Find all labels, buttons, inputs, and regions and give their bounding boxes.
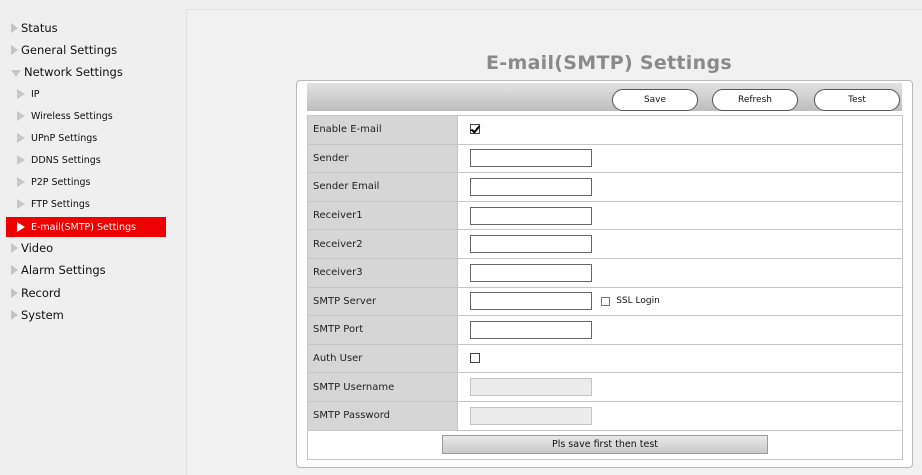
form-row-enable-email: Enable E-mail <box>307 115 903 145</box>
collapse-arrow-icon <box>11 69 21 77</box>
sidebar-item-upnp-settings[interactable]: UPnP Settings <box>17 128 97 148</box>
sidebar-item-system[interactable]: System <box>11 305 64 325</box>
sidebar-item-video[interactable]: Video <box>11 238 53 258</box>
expand-arrow-icon <box>17 177 25 187</box>
sidebar-item-alarm-settings[interactable]: Alarm Settings <box>11 260 106 280</box>
smtp-port-label: SMTP Port <box>307 315 458 345</box>
sidebar-item-label: E-mail(SMTP) Settings <box>31 221 136 233</box>
receiver1-input[interactable] <box>470 206 592 225</box>
sidebar-item-wireless-settings[interactable]: Wireless Settings <box>17 106 113 126</box>
form-row-smtp-password: SMTP Password <box>307 400 903 431</box>
expand-arrow-icon <box>11 310 18 320</box>
sidebar-item-label: Network Settings <box>24 65 123 79</box>
expand-arrow-icon <box>11 23 18 33</box>
form-row-sender: Sender <box>307 143 903 174</box>
expand-arrow-icon <box>17 89 25 99</box>
toolbar: Save Refresh Test <box>307 83 902 111</box>
smtp-password-label: SMTP Password <box>307 400 458 431</box>
expand-arrow-icon <box>17 199 25 209</box>
refresh-button[interactable]: Refresh <box>712 89 798 111</box>
expand-arrow-icon <box>11 288 18 298</box>
sidebar-item-label: Video <box>21 241 54 255</box>
receiver2-input[interactable] <box>470 235 592 254</box>
form-row-auth-user: Auth User <box>307 343 903 374</box>
receiver3-label: Receiver3 <box>307 257 458 288</box>
sidebar-item-label: Record <box>21 286 61 300</box>
form-row-receiver3: Receiver3 <box>307 257 903 288</box>
enable-email-label: Enable E-mail <box>307 115 458 145</box>
smtp-server-label: SMTP Server <box>307 286 458 317</box>
expand-arrow-icon <box>17 111 25 121</box>
sidebar-item-network-settings[interactable]: Network Settings <box>11 62 123 82</box>
sidebar-item-label: FTP Settings <box>31 198 90 210</box>
form-row-test-note: Pls save first then test <box>307 429 903 460</box>
smtp-username-input <box>470 378 592 397</box>
save-first-then-test-button[interactable]: Pls save first then test <box>442 435 768 455</box>
sidebar-item-status[interactable]: Status <box>11 18 58 38</box>
sidebar-item-record[interactable]: Record <box>11 283 61 303</box>
sidebar-item-label: IP <box>31 88 40 100</box>
test-button[interactable]: Test <box>814 89 900 111</box>
sidebar-item-label: P2P Settings <box>31 176 91 188</box>
smtp-username-label: SMTP Username <box>307 372 458 402</box>
sender-label: Sender <box>307 143 458 174</box>
enable-email-checkbox[interactable] <box>470 124 480 135</box>
settings-panel: Save Refresh Test Enable E-mail Sender S… <box>296 80 913 468</box>
auth-user-label: Auth User <box>307 343 458 374</box>
smtp-settings-form: Enable E-mail Sender Sender Email Receiv… <box>307 115 903 460</box>
sidebar-item-label: Alarm Settings <box>21 263 106 277</box>
sender-input[interactable] <box>470 149 592 168</box>
sidebar-item-p2p-settings[interactable]: P2P Settings <box>17 172 91 192</box>
smtp-password-input <box>470 406 592 425</box>
sidebar-item-label: DDNS Settings <box>31 154 101 166</box>
page-title: E-mail(SMTP) Settings <box>486 52 732 74</box>
sidebar-item-label: Wireless Settings <box>31 110 113 122</box>
sidebar-item-label: UPnP Settings <box>31 132 98 144</box>
sidebar-item-ip[interactable]: IP <box>17 84 40 104</box>
ssl-login-checkbox[interactable] <box>601 296 611 306</box>
form-row-receiver2: Receiver2 <box>307 229 903 259</box>
receiver2-label: Receiver2 <box>307 229 458 259</box>
expand-arrow-icon <box>17 133 25 143</box>
expand-arrow-icon <box>17 222 25 232</box>
auth-user-checkbox[interactable] <box>470 353 480 364</box>
expand-arrow-icon <box>11 243 18 253</box>
receiver1-label: Receiver1 <box>307 200 458 231</box>
ssl-login-label: SSL Login <box>616 296 660 307</box>
sidebar-item-ddns-settings[interactable]: DDNS Settings <box>17 150 101 170</box>
smtp-port-input[interactable] <box>470 320 592 339</box>
expand-arrow-icon <box>11 265 18 275</box>
expand-arrow-icon <box>11 45 18 55</box>
sender-email-label: Sender Email <box>307 172 458 202</box>
form-row-receiver1: Receiver1 <box>307 200 903 231</box>
sidebar-item-label: System <box>21 308 64 322</box>
form-row-smtp-username: SMTP Username <box>307 372 903 402</box>
sidebar-item-label: General Settings <box>21 43 118 57</box>
sender-email-input[interactable] <box>470 177 592 196</box>
save-button[interactable]: Save <box>612 89 698 111</box>
receiver3-input[interactable] <box>470 263 592 282</box>
expand-arrow-icon <box>17 155 25 165</box>
sidebar: Status General Settings Network Settings… <box>0 0 175 475</box>
sidebar-item-ftp-settings[interactable]: FTP Settings <box>17 194 90 214</box>
smtp-server-input[interactable] <box>470 292 592 311</box>
sidebar-item-label: Status <box>21 21 58 35</box>
form-row-sender-email: Sender Email <box>307 172 903 202</box>
form-row-smtp-port: SMTP Port <box>307 315 903 345</box>
sidebar-item-email-smtp-settings[interactable]: E-mail(SMTP) Settings <box>6 217 166 237</box>
form-row-smtp-server: SMTP Server SSL Login <box>307 286 903 317</box>
sidebar-item-general-settings[interactable]: General Settings <box>11 40 117 60</box>
